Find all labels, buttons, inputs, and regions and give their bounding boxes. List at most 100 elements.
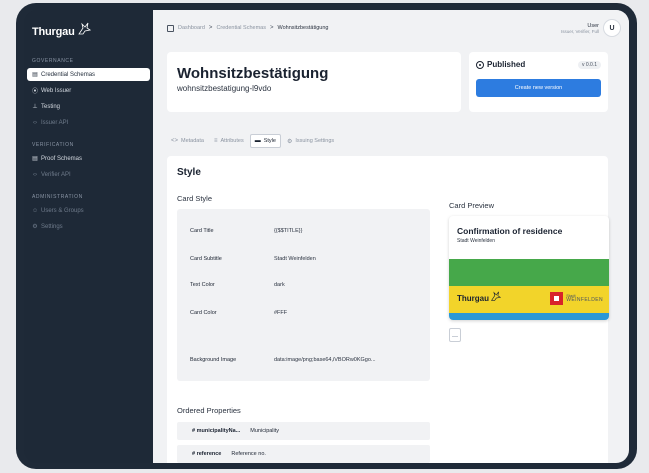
tab-issuing-settings[interactable]: ⚙ Issuing Settings — [283, 134, 338, 148]
schema-tabs: <> Metadata ≡ Attributes ▬ Style ⚙ Issuing Sett… — [167, 134, 340, 148]
ordered-property-row[interactable]: # municipalityNa... Municipality — [177, 422, 430, 440]
sidebar-item-label: Testing — [41, 103, 61, 110]
property-value: {{$$TITLE}} — [274, 228, 303, 234]
tab-metadata[interactable]: <> Metadata — [167, 134, 208, 148]
device-frame: Thurgau Governance ▤ Credential Schemas ⦿ We… — [16, 3, 637, 469]
breadcrumb-current: Wohnsitzbestätigung — [277, 25, 329, 31]
breadcrumb-dashboard[interactable]: Dashboard — [178, 25, 205, 31]
sidebar-item-label: Settings — [41, 223, 63, 230]
flask-icon: ⊥ — [32, 104, 38, 110]
seal-icon — [550, 292, 564, 305]
preview-stripes — [449, 259, 609, 320]
publish-status: Published — [487, 60, 526, 69]
code-icon: ‹› — [33, 171, 37, 178]
card-preview: Confirmation of residence Stadt Weinfeld… — [449, 216, 609, 320]
sidebar-item[interactable]: ▤ Credential Schemas — [27, 68, 150, 81]
preview-card-subtitle: Stadt Weinfelden — [457, 238, 495, 244]
sidebar-item[interactable]: ⦿ Web Issuer — [27, 84, 150, 97]
property-key: Card Color — [190, 310, 217, 316]
sidebar: Thurgau Governance ▤ Credential Schemas ⦿ We… — [24, 10, 153, 463]
sidebar-section-title: Administration — [32, 194, 83, 200]
breadcrumb-separator-icon: > — [269, 25, 274, 31]
tab-label: Metadata — [181, 138, 204, 144]
tab-icon: ⚙ — [286, 138, 293, 145]
sidebar-item[interactable]: ▤ Proof Schemas — [27, 152, 150, 165]
user-menu[interactable]: User Issuer, Verifier, Full U — [561, 19, 621, 37]
ordered-property-key: # municipalityNa... — [192, 428, 241, 434]
gear-icon: ⚙ — [32, 224, 38, 230]
lion-logo-icon — [490, 291, 501, 301]
schema-id: wohnsitzbestatigung-l9vdo — [177, 84, 272, 93]
topbar: Dashboard > Credential Schemas > Wohnsit… — [153, 10, 629, 46]
property-row: Text Color dark — [190, 282, 420, 288]
published-icon — [476, 60, 484, 69]
property-row: Card Title {{$$TITLE}} — [190, 228, 420, 234]
sidebar-item[interactable]: ⚙ Settings — [27, 220, 150, 233]
sidebar-item-label: Verifier API — [41, 171, 71, 178]
seal-text: Stadt WEINFELDEN — [566, 293, 603, 304]
sidebar-item-label: Credential Schemas — [41, 71, 96, 78]
tab-style[interactable]: ▬ Style — [249, 134, 281, 148]
users-icon: ☺ — [31, 207, 39, 214]
preview-stripe — [449, 259, 609, 286]
app-screen: Thurgau Governance ▤ Credential Schemas ⦿ We… — [24, 10, 629, 463]
sidebar-nav: Governance ▤ Credential Schemas ⦿ Web Issuer… — [24, 58, 153, 246]
sidebar-section-title: Verification — [32, 142, 74, 148]
schema-header-card: Wohnsitzbestätigung wohnsitzbestatigung-… — [167, 52, 461, 112]
sidebar-item-label: Users & Groups — [41, 207, 84, 214]
publish-row: Published v 0.0.1 — [476, 60, 601, 69]
property-value: dark — [274, 282, 285, 288]
brand[interactable]: Thurgau — [24, 20, 153, 44]
sidebar-item-label: Issuer API — [41, 119, 69, 126]
web-icon: ⦿ — [32, 89, 39, 95]
brand-name: Thurgau — [32, 26, 75, 38]
tab-icon: ≡ — [213, 138, 218, 144]
sidebar-item[interactable]: ‹› Issuer API — [27, 116, 150, 129]
tab-label: Attributes — [220, 138, 244, 144]
sidebar-item[interactable]: ☺ Users & Groups — [27, 204, 150, 217]
code-icon: ‹› — [33, 119, 37, 126]
card-preview-label: Card Preview — [449, 201, 495, 210]
tab-label: Style — [263, 138, 276, 144]
property-row: Card Subtitle Stadt Weinfelden — [190, 256, 420, 262]
sidebar-section-title: Governance — [32, 58, 74, 64]
tab-attributes[interactable]: ≡ Attributes — [210, 134, 248, 148]
style-panel: Style Card Style Card Title {{$$TITLE}} Ca… — [167, 156, 609, 463]
sidebar-toggle-icon[interactable] — [167, 24, 174, 32]
property-key: Card Title — [190, 228, 214, 234]
weinfelden-seal: Stadt WEINFELDEN — [550, 292, 603, 305]
tab-icon: <> — [171, 138, 179, 144]
document-icon: ▤ — [32, 72, 38, 78]
property-value: data:image/png;base64,iVBORw0KGgo... — [274, 357, 376, 363]
lion-logo-icon — [77, 22, 91, 35]
avatar[interactable]: U — [603, 19, 621, 37]
ordered-property-key: # reference — [192, 451, 222, 457]
ordered-property-row[interactable]: # reference Reference no. — [177, 445, 430, 463]
preview-footer: Thurgau Stadt WEINFELDEN — [457, 291, 603, 305]
main-content: Dashboard > Credential Schemas > Wohnsit… — [153, 10, 629, 463]
user-info: User Issuer, Verifier, Full — [561, 23, 599, 34]
preview-thumbnail-icon[interactable] — [449, 328, 461, 342]
preview-stripe — [449, 313, 609, 320]
ordered-property-value: Municipality — [250, 428, 280, 434]
card-style-label: Card Style — [177, 194, 213, 203]
tab-label: Issuing Settings — [295, 138, 335, 144]
sidebar-item-label: Proof Schemas — [41, 155, 83, 162]
sidebar-item[interactable]: ⊥ Testing — [27, 100, 150, 113]
preview-brand: Thurgau — [457, 294, 489, 303]
publish-status-card: Published v 0.0.1 Create new version — [469, 52, 608, 112]
sidebar-item-label: Web Issuer — [41, 87, 72, 94]
breadcrumb-credential-schemas[interactable]: Credential Schemas — [216, 25, 266, 31]
property-value: Stadt Weinfelden — [274, 256, 316, 262]
style-title: Style — [177, 167, 201, 178]
property-value: #FFF — [274, 310, 288, 316]
sidebar-item[interactable]: ‹› Verifier API — [27, 168, 150, 181]
card-style-properties: Card Title {{$$TITLE}} Card Subtitle Stadt … — [177, 209, 430, 381]
create-new-version-button[interactable]: Create new version — [476, 79, 601, 97]
page-title: Wohnsitzbestätigung — [177, 65, 329, 82]
property-key: Card Subtitle — [190, 256, 222, 262]
property-key: Text Color — [190, 282, 215, 288]
seal-big: WEINFELDEN — [566, 296, 603, 303]
breadcrumb-separator-icon: > — [208, 25, 213, 31]
ordered-properties-label: Ordered Properties — [177, 406, 241, 415]
